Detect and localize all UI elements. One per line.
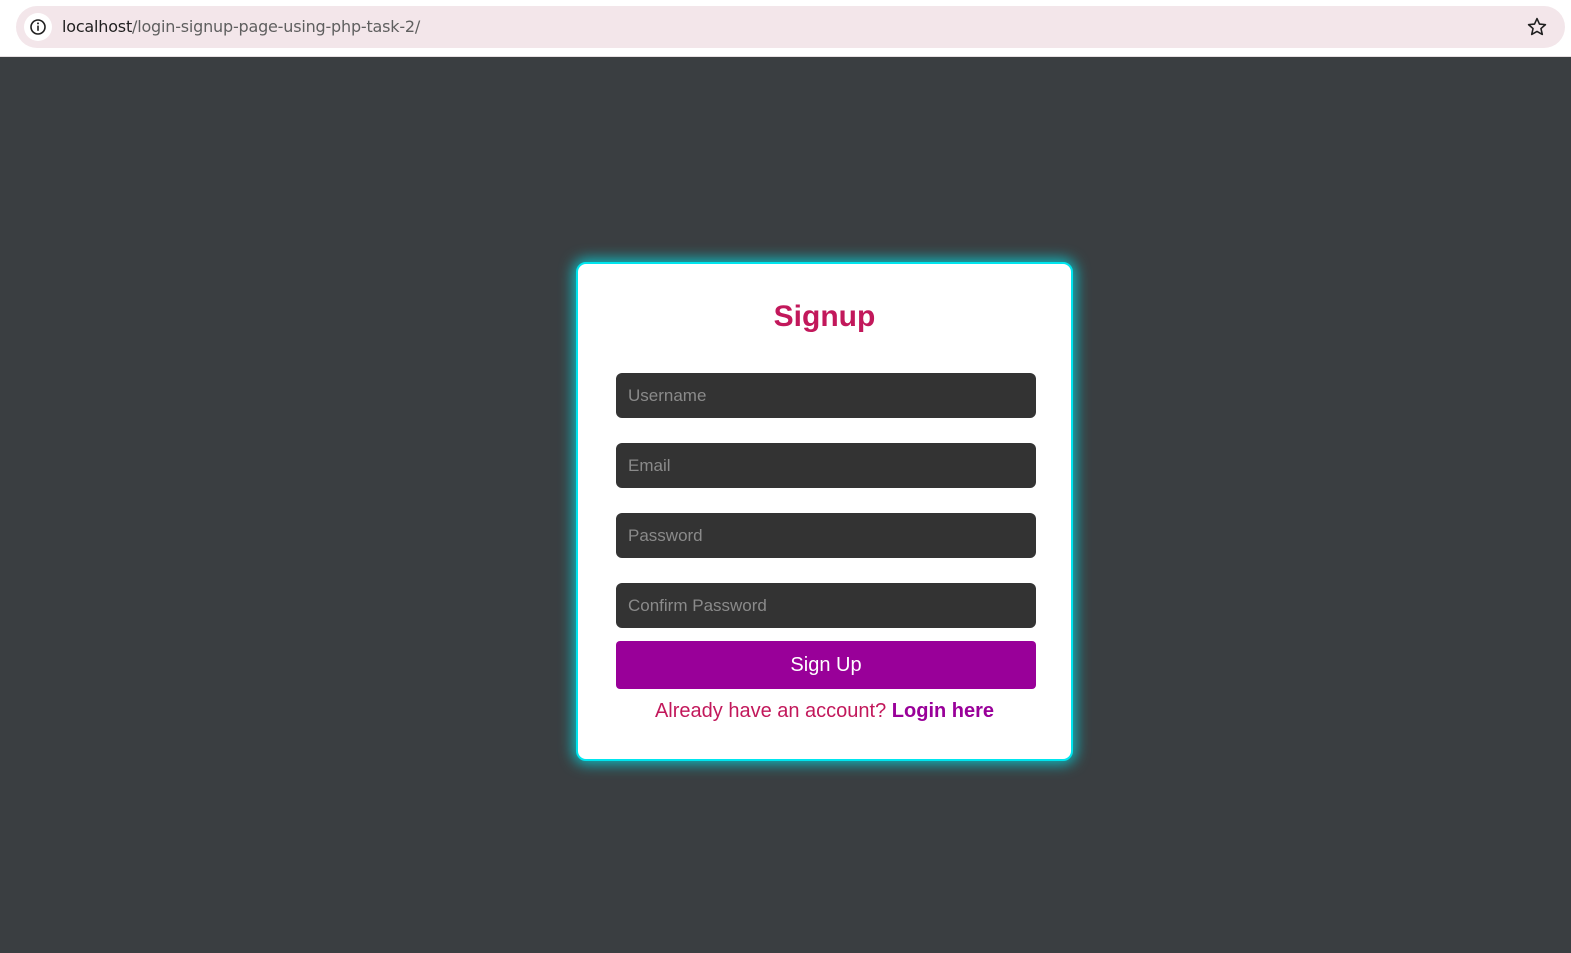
url-path: /login-signup-page-using-php-task-2/: [132, 17, 421, 36]
signup-button[interactable]: Sign Up: [616, 641, 1036, 689]
confirm-password-input[interactable]: [616, 583, 1036, 628]
username-input[interactable]: [616, 373, 1036, 418]
url-host: localhost: [62, 17, 133, 36]
signup-title: Signup: [773, 300, 876, 333]
info-icon[interactable]: [24, 13, 52, 41]
signup-card: Signup Sign Up Already have an account? …: [576, 262, 1073, 761]
address-bar[interactable]: localhost/login-signup-page-using-php-ta…: [16, 6, 1565, 48]
login-link[interactable]: Login here: [892, 700, 994, 722]
login-prompt-line: Already have an account? Login here: [578, 700, 1071, 723]
url-text[interactable]: localhost/login-signup-page-using-php-ta…: [62, 17, 420, 36]
email-input[interactable]: [616, 443, 1036, 488]
login-prompt-text: Already have an account?: [654, 700, 887, 722]
password-input[interactable]: [616, 513, 1036, 558]
browser-toolbar: localhost/login-signup-page-using-php-ta…: [0, 0, 1571, 57]
star-icon[interactable]: [1525, 15, 1549, 39]
